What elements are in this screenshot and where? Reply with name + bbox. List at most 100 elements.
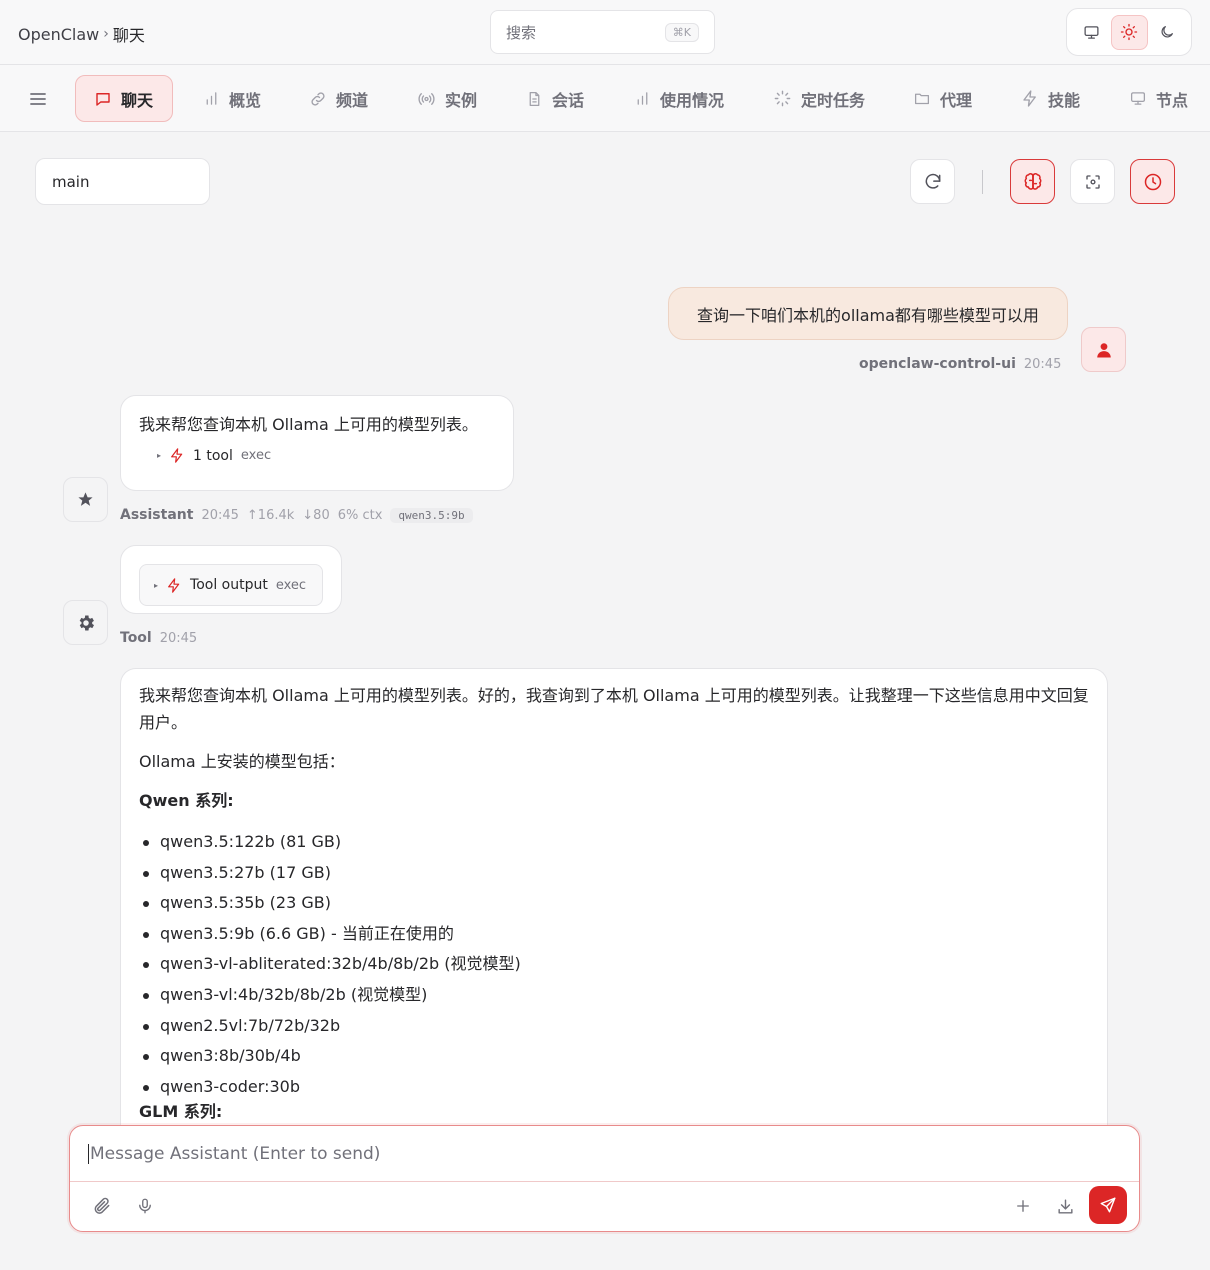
list-item: qwen3-vl:4b/32b/8b/2b (视觉模型) xyxy=(139,980,1089,1011)
breadcrumb-app[interactable]: OpenClaw xyxy=(18,25,99,44)
refresh-button[interactable] xyxy=(910,159,955,204)
tab-instances[interactable]: 实例 xyxy=(417,75,477,122)
tab-label: 使用情况 xyxy=(660,90,725,110)
assistant-message-meta: Assistant 20:45 ↑16.4k ↓80 6% ctx qwen3.… xyxy=(120,507,473,523)
breadcrumb: OpenClaw › 聊天 xyxy=(18,22,145,46)
star-icon xyxy=(77,491,94,508)
tab-label: 会话 xyxy=(552,90,585,110)
expand-caret-icon: ▸ xyxy=(154,580,159,590)
export-button[interactable] xyxy=(1051,1192,1079,1220)
tab-sessions[interactable]: 会话 xyxy=(526,75,584,122)
tab-channels[interactable]: 频道 xyxy=(309,75,368,122)
list-item: qwen3.5:35b (23 GB) xyxy=(139,888,1089,919)
qwen-model-list: qwen3.5:122b (81 GB) qwen3.5:27b (17 GB)… xyxy=(139,827,1089,1102)
theme-light-button[interactable] xyxy=(1110,14,1148,50)
plus-icon xyxy=(1014,1197,1032,1215)
link-icon xyxy=(309,90,327,108)
user-sender: openclaw-control-ui xyxy=(859,356,1016,372)
tab-label: 聊天 xyxy=(121,90,154,110)
nav-bar: 聊天 概览 频道 实例 会话 使用情况 定时任务 代理 技能 节点 xyxy=(0,65,1210,132)
toolbar-divider xyxy=(982,170,983,194)
moon-icon xyxy=(1159,24,1175,40)
breadcrumb-separator: › xyxy=(103,26,109,42)
tool-avatar xyxy=(63,600,108,645)
assistant-answer-bubble: 我来帮您查询本机 Ollama 上可用的模型列表。好的，我查询到了本机 Olla… xyxy=(120,668,1108,1138)
tab-label: 节点 xyxy=(1156,90,1189,110)
answer-intro: 我来帮您查询本机 Ollama 上可用的模型列表。好的，我查询到了本机 Olla… xyxy=(139,686,1089,732)
document-icon xyxy=(526,90,543,108)
user-time: 20:45 xyxy=(1023,356,1062,372)
tab-chat[interactable]: 聊天 xyxy=(75,75,173,122)
user-icon xyxy=(1095,341,1113,359)
monitor-icon xyxy=(1129,90,1147,107)
tool-time: 20:45 xyxy=(159,630,198,646)
session-value: main xyxy=(52,172,90,191)
list-item: qwen2.5vl:7b/72b/32b xyxy=(139,1011,1089,1042)
tool-output-label: Tool output xyxy=(190,577,268,593)
focus-mode-button[interactable] xyxy=(1070,159,1115,204)
tool-output-summary[interactable]: ▸ Tool output exec xyxy=(139,564,323,606)
tool-call-summary[interactable]: ▸ 1 tool exec xyxy=(157,447,271,464)
brain-icon xyxy=(1023,172,1043,192)
search-shortcut-badge: ⌘K xyxy=(664,22,699,42)
top-header: OpenClaw › 聊天 搜索 ⌘K xyxy=(0,0,1210,65)
microphone-icon xyxy=(136,1196,154,1216)
gear-icon xyxy=(76,613,96,633)
user-message-bubble: 查询一下咱们本机的ollama都有哪些模型可以用 xyxy=(668,287,1068,340)
menu-toggle-button[interactable] xyxy=(28,88,50,110)
sun-icon xyxy=(1120,23,1138,41)
attach-button[interactable] xyxy=(88,1192,116,1220)
lightning-icon xyxy=(166,577,182,594)
list-item: qwen3-vl-abliterated:32b/4b/8b/2b (视觉模型) xyxy=(139,949,1089,980)
send-button[interactable] xyxy=(1089,1186,1127,1224)
qwen-heading: Qwen 系列: xyxy=(139,791,234,810)
model-badge: qwen3.5:9b xyxy=(390,507,473,523)
assistant-time: 20:45 xyxy=(201,507,239,523)
tab-label: 技能 xyxy=(1048,90,1081,110)
glm-heading: GLM 系列: xyxy=(139,1102,223,1122)
thinking-toggle-button[interactable] xyxy=(1010,159,1055,204)
message-input[interactable]: Message Assistant (Enter to send) xyxy=(70,1126,1139,1182)
folder-icon xyxy=(913,90,931,107)
tab-agents[interactable]: 代理 xyxy=(913,75,972,122)
message-composer: Message Assistant (Enter to send) xyxy=(69,1125,1140,1232)
theme-dark-button[interactable] xyxy=(1148,15,1185,50)
tab-label: 实例 xyxy=(445,90,478,110)
tab-usage[interactable]: 使用情况 xyxy=(634,75,724,122)
broadcast-icon xyxy=(417,90,436,108)
tool-output-kind: exec xyxy=(275,577,307,593)
tab-overview[interactable]: 概览 xyxy=(203,75,261,122)
context-usage: 6% ctx xyxy=(337,507,383,523)
assistant-avatar xyxy=(63,477,108,522)
text-cursor xyxy=(88,1143,89,1164)
tab-nodes[interactable]: 节点 xyxy=(1129,75,1188,122)
history-toggle-button[interactable] xyxy=(1130,159,1175,204)
list-item: qwen3.5:9b (6.6 GB) - 当前正在使用的 xyxy=(139,919,1089,950)
theme-switcher xyxy=(1066,8,1192,56)
answer-content: 我来帮您查询本机 Ollama 上可用的模型列表。好的，我查询到了本机 Olla… xyxy=(139,682,1089,1138)
new-session-button[interactable] xyxy=(1009,1192,1037,1220)
list-item: qwen3.5:122b (81 GB) xyxy=(139,827,1089,858)
voice-input-button[interactable] xyxy=(131,1192,159,1220)
user-avatar xyxy=(1081,327,1126,372)
clock-icon xyxy=(1143,172,1163,192)
search-box[interactable]: 搜索 ⌘K xyxy=(490,10,715,54)
tab-skills[interactable]: 技能 xyxy=(1021,75,1080,122)
tool-sender: Tool xyxy=(120,630,152,646)
tab-cron-jobs[interactable]: 定时任务 xyxy=(773,75,865,122)
tokens-down: ↓80 xyxy=(302,507,330,523)
bar-chart-icon xyxy=(203,90,220,107)
theme-system-button[interactable] xyxy=(1073,15,1110,50)
chat-icon xyxy=(94,90,112,108)
send-icon xyxy=(1099,1196,1117,1214)
tab-label: 代理 xyxy=(940,90,973,110)
assistant-message-text: 我来帮您查询本机 Ollama 上可用的模型列表。 xyxy=(139,415,478,434)
list-item: qwen3-coder:30b xyxy=(139,1072,1089,1103)
list-item: qwen3.5:27b (17 GB) xyxy=(139,858,1089,889)
bar-chart-icon xyxy=(634,90,651,107)
expand-caret-icon: ▸ xyxy=(157,451,162,460)
tool-message-meta: Tool 20:45 xyxy=(120,630,197,646)
session-selector[interactable]: main xyxy=(35,158,210,205)
lightning-icon xyxy=(1021,89,1039,108)
download-icon xyxy=(1056,1197,1075,1216)
